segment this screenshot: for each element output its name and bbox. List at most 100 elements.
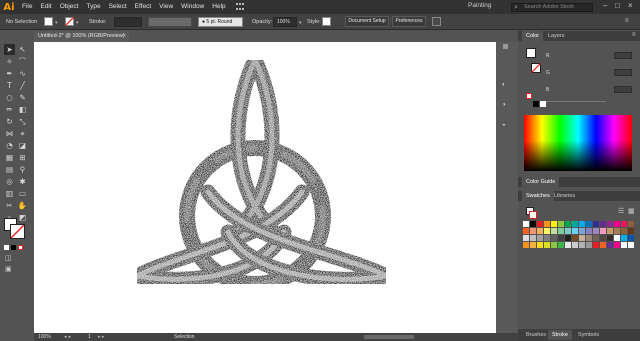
- lasso-tool-icon[interactable]: ⌒: [17, 56, 28, 67]
- mesh-tool-icon[interactable]: ⊞: [17, 152, 28, 163]
- swatch[interactable]: [537, 242, 543, 248]
- swatch[interactable]: [586, 228, 592, 234]
- swatch[interactable]: [621, 228, 627, 234]
- swatch[interactable]: [600, 228, 606, 234]
- channel-b-field[interactable]: [614, 86, 632, 93]
- grid-view-icon[interactable]: ▦: [628, 207, 635, 215]
- stroke-dropdown-icon[interactable]: ▾: [76, 20, 79, 26]
- ellipse-tool-icon[interactable]: ○: [4, 92, 15, 103]
- workspace-switcher[interactable]: Painting: [468, 2, 492, 9]
- scale-tool-icon[interactable]: ⤡: [17, 116, 28, 127]
- swatch[interactable]: [614, 228, 620, 234]
- swatch[interactable]: [537, 235, 543, 241]
- graphic-style-swatch[interactable]: [322, 17, 331, 26]
- symbol-sprayer-tool-icon[interactable]: ✱: [17, 176, 28, 187]
- swatch[interactable]: [607, 242, 613, 248]
- swatch[interactable]: [621, 242, 627, 248]
- swatch[interactable]: [530, 235, 536, 241]
- swatch[interactable]: [537, 228, 543, 234]
- swatch[interactable]: [621, 235, 627, 241]
- close-window-icon[interactable]: ×: [628, 1, 633, 10]
- brush-definition[interactable]: ● 5 pt. Round: [198, 17, 243, 27]
- menu-help[interactable]: Help: [208, 0, 229, 14]
- list-view-icon[interactable]: ☰: [618, 207, 624, 215]
- color-fill-indicator[interactable]: [526, 48, 536, 58]
- direct-selection-tool-icon[interactable]: ↖: [17, 44, 28, 55]
- live-paint-tool-icon[interactable]: ◪: [17, 140, 28, 151]
- swatch[interactable]: [614, 235, 620, 241]
- close-document-icon[interactable]: ×: [123, 31, 126, 42]
- hand-tool-icon[interactable]: ✋: [17, 200, 28, 211]
- panel-icon-color[interactable]: ◐: [502, 82, 506, 88]
- minimize-icon[interactable]: –: [603, 1, 607, 10]
- swatch[interactable]: [544, 228, 550, 234]
- selection-tool-icon[interactable]: ➤: [4, 44, 15, 55]
- color-spectrum[interactable]: [524, 115, 632, 171]
- swatch[interactable]: [586, 221, 592, 227]
- swatch[interactable]: [530, 228, 536, 234]
- tab-color-guide[interactable]: Color Guide: [522, 177, 560, 187]
- tab-layers[interactable]: Layers: [544, 31, 569, 41]
- color-stroke-indicator[interactable]: [531, 63, 541, 73]
- swatch[interactable]: [614, 221, 620, 227]
- swatch[interactable]: [572, 242, 578, 248]
- preferences-button[interactable]: Preferences: [392, 16, 426, 27]
- menu-edit[interactable]: Edit: [36, 0, 55, 14]
- swatch[interactable]: [628, 242, 634, 248]
- zoom-level[interactable]: 100%: [38, 333, 51, 341]
- color-mode-icon[interactable]: [4, 245, 9, 250]
- swatch-stroke-indicator[interactable]: [529, 211, 537, 219]
- swatch[interactable]: [600, 221, 606, 227]
- swatch[interactable]: [572, 235, 578, 241]
- swatch[interactable]: [579, 242, 585, 248]
- variable-width-profile[interactable]: [148, 17, 192, 27]
- swatch[interactable]: [565, 221, 571, 227]
- swatch[interactable]: [607, 235, 613, 241]
- swatch[interactable]: [523, 221, 529, 227]
- tab-brushes[interactable]: Brushes: [522, 330, 550, 340]
- swatch[interactable]: [586, 242, 592, 248]
- width-tool-icon[interactable]: ⋈: [4, 128, 15, 139]
- paintbrush-tool-icon[interactable]: ✎: [17, 92, 28, 103]
- document-setup-button[interactable]: Document Setup: [345, 16, 389, 27]
- swatch[interactable]: [565, 235, 571, 241]
- tab-libraries[interactable]: Libraries: [550, 191, 579, 201]
- swatch[interactable]: [558, 242, 564, 248]
- swatch[interactable]: [614, 242, 620, 248]
- fill-dropdown-icon[interactable]: ▾: [55, 20, 58, 26]
- menu-select[interactable]: Select: [105, 0, 131, 14]
- swatch[interactable]: [593, 242, 599, 248]
- gradient-mode-icon[interactable]: [11, 245, 16, 250]
- swatch[interactable]: [600, 242, 606, 248]
- menu-effect[interactable]: Effect: [131, 0, 156, 14]
- blend-tool-icon[interactable]: ◎: [4, 176, 15, 187]
- swatch[interactable]: [579, 221, 585, 227]
- fill-swatch[interactable]: [44, 17, 53, 26]
- stock-search-input[interactable]: ⌕ Search Adobe Stock: [511, 3, 593, 12]
- none-mode-icon[interactable]: [18, 245, 23, 250]
- channel-slider[interactable]: [546, 101, 606, 102]
- draw-mode-icon[interactable]: ◫: [5, 254, 12, 262]
- opacity-field[interactable]: 100%: [273, 17, 297, 27]
- artboard-nav-icon[interactable]: ◂ ◂: [64, 333, 70, 341]
- stroke-weight-field[interactable]: [114, 17, 142, 27]
- swatch[interactable]: [579, 228, 585, 234]
- swatch[interactable]: [621, 221, 627, 227]
- maximize-icon[interactable]: □: [615, 1, 620, 10]
- swatch[interactable]: [551, 228, 557, 234]
- stroke-color-box[interactable]: [10, 224, 25, 239]
- swatch[interactable]: [551, 242, 557, 248]
- artboard-next-icon[interactable]: ▸ ▸: [98, 333, 104, 341]
- swatch[interactable]: [593, 228, 599, 234]
- menu-object[interactable]: Object: [56, 0, 83, 14]
- document-tab[interactable]: Untitled-2* @ 100% (RGB/Preview) ×: [34, 31, 129, 42]
- swatch[interactable]: [607, 221, 613, 227]
- swatch[interactable]: [523, 242, 529, 248]
- swatch[interactable]: [607, 228, 613, 234]
- none-color-icon[interactable]: [526, 93, 532, 99]
- slice-tool-icon[interactable]: ✂: [4, 200, 15, 211]
- opacity-dropdown-icon[interactable]: ▾: [299, 20, 302, 26]
- menu-file[interactable]: File: [18, 0, 36, 14]
- swatch[interactable]: [565, 228, 571, 234]
- artboard-tool-icon[interactable]: ▭: [17, 188, 28, 199]
